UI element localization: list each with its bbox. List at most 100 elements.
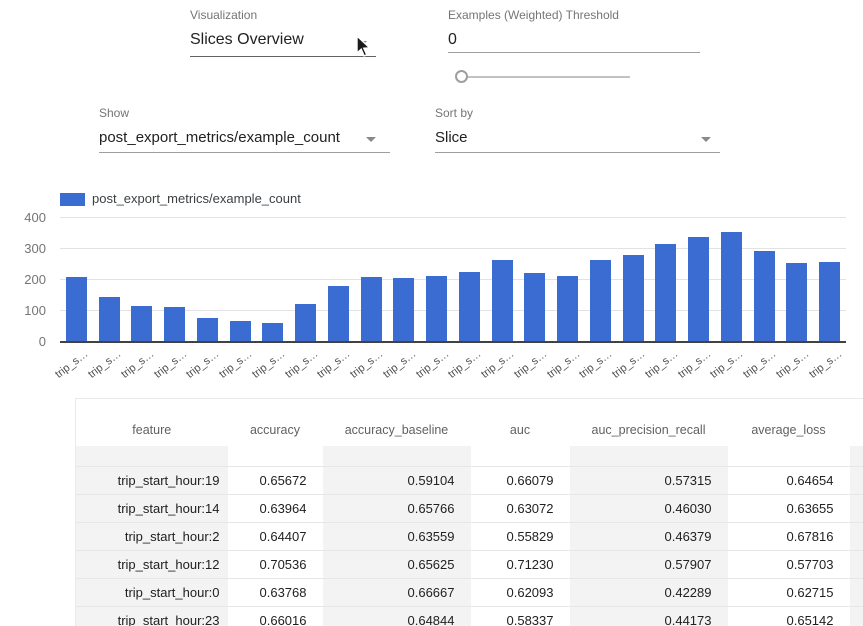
filter-cell [323, 446, 471, 467]
bar[interactable] [393, 278, 414, 341]
feature-cell: trip_start_hour:12 [76, 551, 228, 579]
threshold-slider-thumb[interactable] [455, 70, 468, 83]
metric-cell: 0.63559 [323, 523, 471, 551]
threshold-label: Examples (Weighted) Threshold [448, 8, 619, 22]
metric-cell: 0.57907 [570, 551, 728, 579]
bar[interactable] [492, 260, 513, 341]
metric-cell: 0.66667 [323, 579, 471, 607]
table-row: trip_start_hour:00.637680.666670.620930.… [76, 579, 863, 607]
bar[interactable] [131, 306, 152, 341]
metric-cell: 0.64407 [228, 523, 323, 551]
filter-cell [76, 446, 228, 467]
metric-cell: 0.46379 [570, 523, 728, 551]
threshold-slider-track[interactable] [458, 76, 630, 78]
sort-by-label: Sort by [435, 106, 473, 120]
metric-cell: 0.70536 [228, 551, 323, 579]
overflow-cell [850, 607, 863, 626]
overflow-cell [850, 579, 863, 607]
column-header[interactable]: auc [471, 399, 570, 447]
metric-cell: 0.55829 [471, 523, 570, 551]
overflow-cell [850, 495, 863, 523]
metric-cell: 0.57315 [570, 467, 728, 495]
metric-cell: 0.58337 [471, 607, 570, 626]
bar[interactable] [295, 304, 316, 341]
table-header-row: featureaccuracyaccuracy_baselineaucauc_p… [76, 399, 863, 447]
overflow-cell [850, 467, 863, 495]
bar[interactable] [524, 273, 545, 341]
metric-cell: 0.59104 [323, 467, 471, 495]
legend-swatch [60, 193, 85, 206]
filter-cell [471, 446, 570, 467]
metric-cell: 0.62715 [728, 579, 850, 607]
metric-cell: 0.44173 [570, 607, 728, 626]
bar[interactable] [164, 307, 185, 341]
bar[interactable] [557, 276, 578, 341]
chevron-down-icon[interactable] [701, 137, 711, 142]
bar[interactable] [786, 263, 807, 341]
column-header[interactable]: accuracy [228, 399, 323, 447]
metric-cell: 0.66079 [471, 467, 570, 495]
show-select[interactable]: post_export_metrics/example_count [99, 129, 340, 146]
table-row: trip_start_hour:230.660160.648440.583370… [76, 607, 863, 626]
metrics-table: featureaccuracyaccuracy_baselineaucauc_p… [75, 398, 863, 626]
table-filter-row [76, 446, 863, 467]
table-row: trip_start_hour:140.639640.657660.630720… [76, 495, 863, 523]
bar[interactable] [688, 237, 709, 341]
y-axis-tick-label: 0 [0, 334, 46, 349]
feature-cell: trip_start_hour:19 [76, 467, 228, 495]
feature-cell: trip_start_hour:0 [76, 579, 228, 607]
column-header-overflow [850, 399, 863, 447]
chevron-down-icon[interactable] [366, 137, 376, 142]
metric-cell: 0.65625 [323, 551, 471, 579]
column-header[interactable]: accuracy_baseline [323, 399, 471, 447]
bar[interactable] [328, 286, 349, 341]
threshold-underline [448, 52, 700, 53]
gridline [60, 217, 846, 218]
column-header[interactable]: average_loss [728, 399, 850, 447]
show-underline [99, 152, 390, 153]
visualization-underline [190, 56, 376, 57]
bar[interactable] [459, 272, 480, 341]
metric-cell: 0.64654 [728, 467, 850, 495]
y-axis-tick-label: 300 [0, 241, 46, 256]
feature-cell: trip_start_hour:23 [76, 607, 228, 626]
metric-cell: 0.67816 [728, 523, 850, 551]
metric-cell: 0.42289 [570, 579, 728, 607]
feature-cell: trip_start_hour:14 [76, 495, 228, 523]
column-header[interactable]: feature [76, 399, 228, 447]
bar[interactable] [197, 318, 218, 341]
metric-cell: 0.65672 [228, 467, 323, 495]
bar[interactable] [590, 260, 611, 341]
bar[interactable] [426, 276, 447, 341]
y-axis-tick-label: 400 [0, 210, 46, 225]
bar[interactable] [262, 323, 283, 341]
sort-by-select[interactable]: Slice [435, 129, 468, 146]
feature-cell: trip_start_hour:2 [76, 523, 228, 551]
metric-cell: 0.57703 [728, 551, 850, 579]
bar[interactable] [655, 244, 676, 341]
metric-cell: 0.64844 [323, 607, 471, 626]
bar[interactable] [819, 262, 840, 341]
bar[interactable] [754, 251, 775, 341]
metric-cell: 0.62093 [471, 579, 570, 607]
chevron-down-icon[interactable] [357, 41, 367, 46]
column-header[interactable]: auc_precision_recall [570, 399, 728, 447]
metric-cell: 0.66016 [228, 607, 323, 626]
sort-by-underline [435, 152, 720, 153]
table-row: trip_start_hour:120.705360.656250.712300… [76, 551, 863, 579]
metric-cell: 0.65766 [323, 495, 471, 523]
metric-cell: 0.63964 [228, 495, 323, 523]
table-row: trip_start_hour:20.644070.635590.558290.… [76, 523, 863, 551]
bar[interactable] [623, 255, 644, 341]
threshold-input[interactable]: 0 [448, 31, 457, 49]
metric-cell: 0.65142 [728, 607, 850, 626]
filter-cell [570, 446, 728, 467]
bar[interactable] [721, 232, 742, 341]
filter-cell [228, 446, 323, 467]
bar[interactable] [361, 277, 382, 341]
filter-cell [850, 446, 863, 467]
visualization-select[interactable]: Slices Overview [190, 31, 304, 49]
bar[interactable] [66, 277, 87, 341]
bar[interactable] [230, 321, 251, 341]
bar[interactable] [99, 297, 120, 341]
